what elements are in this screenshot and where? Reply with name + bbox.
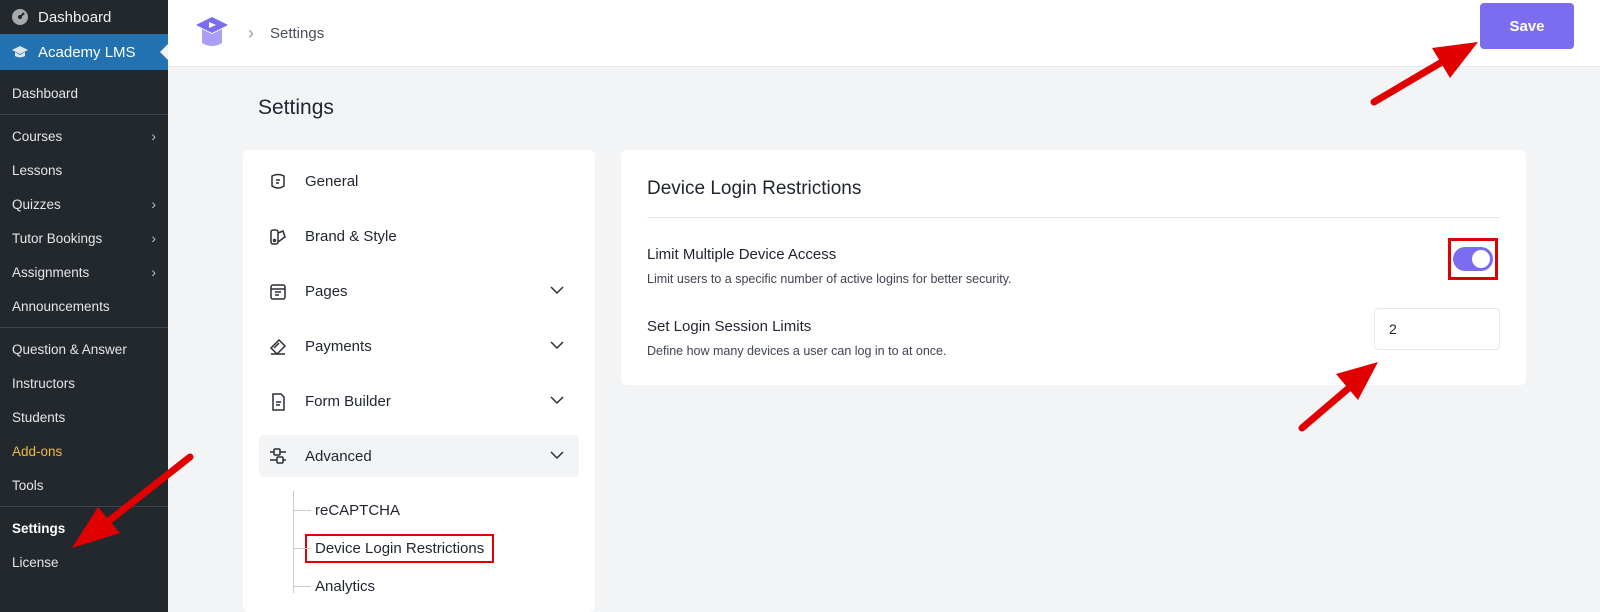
wp-menu-license[interactable]: License <box>0 545 168 579</box>
menu-item-label: Brand & Style <box>305 228 397 245</box>
wp-menu-question-answer[interactable]: Question & Answer <box>0 332 168 366</box>
academy-cap-icon <box>10 42 30 62</box>
general-icon <box>267 171 289 193</box>
settings-menu: General Brand & Style Pages Payments For… <box>243 150 595 612</box>
menu-item-label: Form Builder <box>305 393 391 410</box>
submenu-item-analytics[interactable]: Analytics <box>275 567 579 605</box>
wp-admin-sidebar: Dashboard Academy LMS Dashboard Courses ›… <box>0 0 168 612</box>
submenu-item-recaptcha[interactable]: reCAPTCHA <box>275 491 579 529</box>
chevron-right-icon: › <box>151 128 156 144</box>
toggle-highlight <box>1448 238 1498 280</box>
card-title: Device Login Restrictions <box>647 150 1500 218</box>
submenu-item-device-login-restrictions[interactable]: Device Login Restrictions <box>275 529 579 567</box>
wp-menu-label: Lessons <box>12 162 63 178</box>
wp-menu-settings[interactable]: Settings <box>0 511 168 545</box>
chevron-right-icon: › <box>151 230 156 246</box>
save-button[interactable]: Save <box>1480 3 1574 49</box>
wp-menu-label: Settings <box>12 520 66 536</box>
wp-menu-label: Add-ons <box>12 443 63 459</box>
chevron-down-icon <box>550 396 564 405</box>
wp-menu-announcements[interactable]: Announcements <box>0 289 168 323</box>
wp-menu-label: Dashboard <box>12 85 79 101</box>
limit-device-label: Limit Multiple Device Access <box>647 246 837 263</box>
wp-menu-add-ons[interactable]: Add-ons <box>0 434 168 468</box>
wp-menu-students[interactable]: Students <box>0 400 168 434</box>
session-limit-input[interactable] <box>1374 308 1500 350</box>
chevron-right-icon: › <box>151 196 156 212</box>
academy-logo-icon[interactable] <box>192 13 232 53</box>
wp-dashboard-link[interactable]: Dashboard <box>0 0 168 34</box>
menu-item-brand-style[interactable]: Brand & Style <box>259 209 579 264</box>
menu-item-form-builder[interactable]: Form Builder <box>259 374 579 429</box>
menu-item-general[interactable]: General <box>259 154 579 209</box>
menu-item-advanced[interactable]: Advanced <box>259 435 579 477</box>
menu-item-label: Payments <box>305 338 372 355</box>
advanced-icon <box>267 445 289 467</box>
limit-device-description: Limit users to a specific number of acti… <box>647 272 1012 286</box>
divider <box>0 327 168 328</box>
menu-item-label: Pages <box>305 283 348 300</box>
menu-item-pages[interactable]: Pages <box>259 264 579 319</box>
wp-menu-label: Tutor Bookings <box>12 230 103 246</box>
breadcrumb: Settings <box>270 24 325 42</box>
divider <box>0 114 168 115</box>
wp-menu-label: Instructors <box>12 375 76 391</box>
menu-item-label: Advanced <box>305 447 372 465</box>
wp-menu-label: Courses <box>12 128 63 144</box>
wp-menu-label: Students <box>12 409 66 425</box>
submenu-item-label: reCAPTCHA <box>315 501 401 519</box>
top-header: › Settings Save <box>168 0 1600 67</box>
wp-academy-lms-label: Academy LMS <box>38 43 136 61</box>
page-title: Settings <box>258 96 334 119</box>
wp-academy-lms-menu[interactable]: Academy LMS <box>0 34 168 70</box>
wp-menu-label: Quizzes <box>12 196 61 212</box>
wp-menu-dashboard[interactable]: Dashboard <box>0 76 168 110</box>
wp-menu-quizzes[interactable]: Quizzes › <box>0 187 168 221</box>
limit-device-row: Limit Multiple Device Access Limit users… <box>647 218 1500 290</box>
divider <box>0 506 168 507</box>
wp-menu-courses[interactable]: Courses › <box>0 119 168 153</box>
dashboard-gauge-icon <box>10 7 30 27</box>
wp-menu-label: Announcements <box>12 298 110 314</box>
toggle-knob <box>1472 250 1490 268</box>
form-builder-icon <box>267 391 289 413</box>
submenu-item-label: Device Login Restrictions <box>305 533 495 563</box>
wp-menu-label: Tools <box>12 477 44 493</box>
menu-item-payments[interactable]: Payments <box>259 319 579 374</box>
wp-menu-label: Assignments <box>12 264 90 280</box>
session-limit-description: Define how many devices a user can log i… <box>647 344 947 358</box>
chevron-down-icon <box>550 341 564 350</box>
wp-dashboard-label: Dashboard <box>38 8 112 26</box>
menu-item-label: General <box>305 173 359 190</box>
chevron-down-icon <box>550 286 564 295</box>
wp-menu-label: License <box>12 554 59 570</box>
submenu-item-label: Analytics <box>315 577 376 595</box>
chevron-right-icon: › <box>151 264 156 280</box>
limit-device-toggle[interactable] <box>1453 247 1493 271</box>
device-login-restrictions-card: Device Login Restrictions Limit Multiple… <box>621 150 1526 385</box>
chevron-down-icon <box>550 451 564 460</box>
payments-icon <box>267 336 289 358</box>
wp-menu-lessons[interactable]: Lessons <box>0 153 168 187</box>
wp-menu-label: Question & Answer <box>12 341 127 357</box>
breadcrumb-chevron-icon: › <box>248 22 254 43</box>
session-limit-label: Set Login Session Limits <box>647 318 812 335</box>
wp-menu-tutor-bookings[interactable]: Tutor Bookings › <box>0 221 168 255</box>
advanced-submenu: reCAPTCHA Device Login Restrictions Anal… <box>275 491 579 605</box>
wp-menu-assignments[interactable]: Assignments › <box>0 255 168 289</box>
pages-icon <box>267 281 289 303</box>
wp-menu-instructors[interactable]: Instructors <box>0 366 168 400</box>
session-limit-row: Set Login Session Limits Define how many… <box>647 290 1500 362</box>
wp-menu-tools[interactable]: Tools <box>0 468 168 502</box>
brand-style-icon <box>267 226 289 248</box>
